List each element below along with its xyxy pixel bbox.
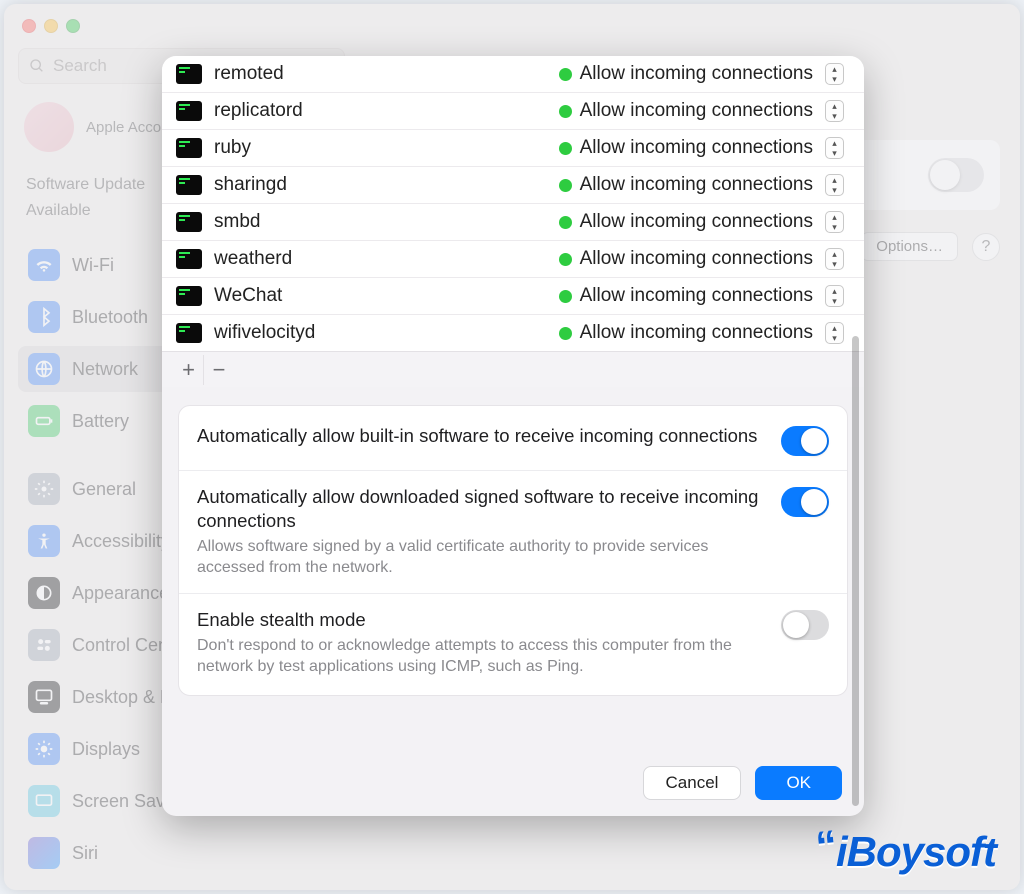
chevron-up-icon: ▴ [832,324,837,333]
status-dot-icon [559,253,572,266]
connection-status-label: Allow incoming connections [580,137,813,159]
connection-status-label: Allow incoming connections [580,211,813,233]
chevron-up-icon: ▴ [832,139,837,148]
firewall-options-sheet: remoted Allow incoming connections ▴ ▾ r… [162,56,864,816]
list-footer: + − [162,351,864,387]
option-row: Automatically allow downloaded signed so… [179,471,847,594]
app-name-label: wifivelocityd [214,322,547,344]
option-subtitle: Don't respond to or acknowledge attempts… [197,635,763,677]
connection-status-label: Allow incoming connections [580,285,813,307]
cancel-button[interactable]: Cancel [643,766,742,800]
app-name-label: ruby [214,137,547,159]
chevron-down-icon: ▾ [832,260,837,269]
terminal-icon [176,249,202,269]
chevron-down-icon: ▾ [832,149,837,158]
connection-stepper[interactable]: ▴ ▾ [825,174,844,196]
app-row[interactable]: ruby Allow incoming connections ▴ ▾ [162,130,864,167]
chevron-up-icon: ▴ [832,213,837,222]
watermark: “iBoysoft [816,828,996,876]
app-name-label: sharingd [214,174,547,196]
status-dot-icon [559,105,572,118]
chevron-down-icon: ▾ [832,297,837,306]
connection-status-label: Allow incoming connections [580,248,813,270]
connection-stepper[interactable]: ▴ ▾ [825,285,844,307]
option-title: Enable stealth mode [197,608,763,632]
add-app-button[interactable]: + [174,355,204,385]
terminal-icon [176,101,202,121]
app-row[interactable]: sharingd Allow incoming connections ▴ ▾ [162,167,864,204]
terminal-icon [176,64,202,84]
app-row[interactable]: wifivelocityd Allow incoming connections… [162,315,864,351]
connection-status-label: Allow incoming connections [580,174,813,196]
terminal-icon [176,212,202,232]
option-toggle[interactable] [781,487,829,517]
option-title: Automatically allow downloaded signed so… [197,485,763,532]
ok-button[interactable]: OK [755,766,842,800]
terminal-icon [176,323,202,343]
connection-stepper[interactable]: ▴ ▾ [825,322,844,344]
connection-cell[interactable]: Allow incoming connections ▴ ▾ [559,285,844,307]
chevron-up-icon: ▴ [832,287,837,296]
connection-stepper[interactable]: ▴ ▾ [825,137,844,159]
connection-cell[interactable]: Allow incoming connections ▴ ▾ [559,137,844,159]
option-toggle[interactable] [781,610,829,640]
status-dot-icon [559,68,572,81]
app-row[interactable]: smbd Allow incoming connections ▴ ▾ [162,204,864,241]
status-dot-icon [559,179,572,192]
app-name-label: replicatord [214,100,547,122]
connection-stepper[interactable]: ▴ ▾ [825,63,844,85]
firewall-app-list[interactable]: remoted Allow incoming connections ▴ ▾ r… [162,56,864,351]
chevron-down-icon: ▾ [832,223,837,232]
terminal-icon [176,175,202,195]
status-dot-icon [559,290,572,303]
chevron-down-icon: ▾ [832,112,837,121]
connection-cell[interactable]: Allow incoming connections ▴ ▾ [559,63,844,85]
connection-cell[interactable]: Allow incoming connections ▴ ▾ [559,211,844,233]
app-row[interactable]: replicatord Allow incoming connections ▴… [162,93,864,130]
connection-status-label: Allow incoming connections [580,100,813,122]
connection-cell[interactable]: Allow incoming connections ▴ ▾ [559,174,844,196]
option-row: Enable stealth mode Don't respond to or … [179,594,847,692]
option-row: Automatically allow built-in software to… [179,410,847,471]
app-row[interactable]: WeChat Allow incoming connections ▴ ▾ [162,278,864,315]
connection-stepper[interactable]: ▴ ▾ [825,100,844,122]
app-name-label: remoted [214,63,547,85]
chevron-up-icon: ▴ [832,176,837,185]
status-dot-icon [559,216,572,229]
firewall-options-panel: Automatically allow built-in software to… [178,405,848,696]
connection-stepper[interactable]: ▴ ▾ [825,248,844,270]
connection-status-label: Allow incoming connections [580,63,813,85]
status-dot-icon [559,142,572,155]
option-toggle[interactable] [781,426,829,456]
app-name-label: weatherd [214,248,547,270]
terminal-icon [176,286,202,306]
chevron-up-icon: ▴ [832,65,837,74]
app-row[interactable]: weatherd Allow incoming connections ▴ ▾ [162,241,864,278]
app-row[interactable]: remoted Allow incoming connections ▴ ▾ [162,56,864,93]
chevron-down-icon: ▾ [832,186,837,195]
option-subtitle: Allows software signed by a valid certif… [197,536,763,578]
option-title: Automatically allow built-in software to… [197,424,763,448]
app-name-label: WeChat [214,285,547,307]
status-dot-icon [559,327,572,340]
remove-app-button[interactable]: − [204,355,234,385]
terminal-icon [176,138,202,158]
chevron-down-icon: ▾ [832,334,837,343]
chevron-down-icon: ▾ [832,75,837,84]
chevron-up-icon: ▴ [832,102,837,111]
scrollbar[interactable] [852,336,859,806]
connection-stepper[interactable]: ▴ ▾ [825,211,844,233]
connection-cell[interactable]: Allow incoming connections ▴ ▾ [559,100,844,122]
connection-cell[interactable]: Allow incoming connections ▴ ▾ [559,322,844,344]
chevron-up-icon: ▴ [832,250,837,259]
connection-cell[interactable]: Allow incoming connections ▴ ▾ [559,248,844,270]
connection-status-label: Allow incoming connections [580,322,813,344]
app-name-label: smbd [214,211,547,233]
